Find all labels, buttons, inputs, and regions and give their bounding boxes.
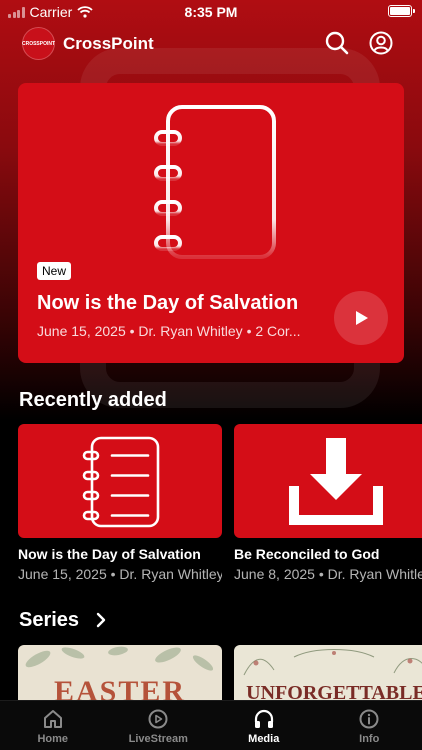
play-button[interactable] <box>334 291 388 345</box>
media-card[interactable]: Now is the Day of Salvation June 15, 202… <box>18 424 222 582</box>
tab-label: Info <box>359 733 380 745</box>
tab-label: LiveStream <box>128 733 188 745</box>
logo-text: CROSSPOINT <box>21 40 56 47</box>
download-icon <box>289 438 383 525</box>
series-title[interactable]: Series <box>19 609 79 632</box>
card-thumbnail <box>234 424 422 538</box>
play-icon <box>356 311 368 325</box>
headphones-icon <box>254 709 273 728</box>
hero-title: Now is the Day of Salvation <box>37 292 299 314</box>
info-icon <box>359 709 379 729</box>
card-title: Now is the Day of Salvation <box>18 546 201 562</box>
series-card[interactable]: UNFORGETTABLE <box>234 645 422 705</box>
card-meta: June 8, 2025 • Dr. Ryan Whitley <box>234 566 422 582</box>
tab-home[interactable]: Home <box>0 701 106 750</box>
battery-icon <box>388 5 415 17</box>
featured-hero-card[interactable]: New Now is the Day of Salvation June 15,… <box>18 83 404 363</box>
card-meta: June 15, 2025 • Dr. Ryan Whitley <box>18 566 222 582</box>
profile-icon[interactable] <box>368 30 394 56</box>
chevron-right-icon[interactable] <box>94 612 108 628</box>
hero-meta: June 15, 2025 • Dr. Ryan Whitley • 2 Cor… <box>37 323 301 339</box>
card-title: Be Reconciled to God <box>234 546 380 562</box>
media-card[interactable]: Be Reconciled to God June 8, 2025 • Dr. … <box>234 424 422 582</box>
play-circle-icon <box>148 709 168 729</box>
status-bar: Carrier 8:35 PM <box>0 0 422 24</box>
tab-bar: Home LiveStream Media Info <box>0 700 422 750</box>
card-thumbnail <box>18 424 222 538</box>
clock: 8:35 PM <box>184 4 238 20</box>
app-title: CrossPoint <box>63 34 154 53</box>
tab-livestream[interactable]: LiveStream <box>106 701 212 750</box>
new-badge: New <box>37 262 72 280</box>
notebook-icon <box>154 105 276 259</box>
search-icon[interactable] <box>324 30 350 56</box>
tab-label: Home <box>37 733 69 745</box>
recently-added-title: Recently added <box>19 389 167 411</box>
series-card[interactable]: EASTER <box>18 645 222 705</box>
home-icon <box>43 710 62 728</box>
tab-media[interactable]: Media <box>211 701 317 750</box>
tab-info[interactable]: Info <box>317 701 422 750</box>
notebook-icon <box>82 436 160 528</box>
tab-label: Media <box>248 733 280 745</box>
app-logo[interactable]: CROSSPOINT <box>22 27 55 60</box>
app-header: CROSSPOINT CrossPoint <box>0 26 422 62</box>
